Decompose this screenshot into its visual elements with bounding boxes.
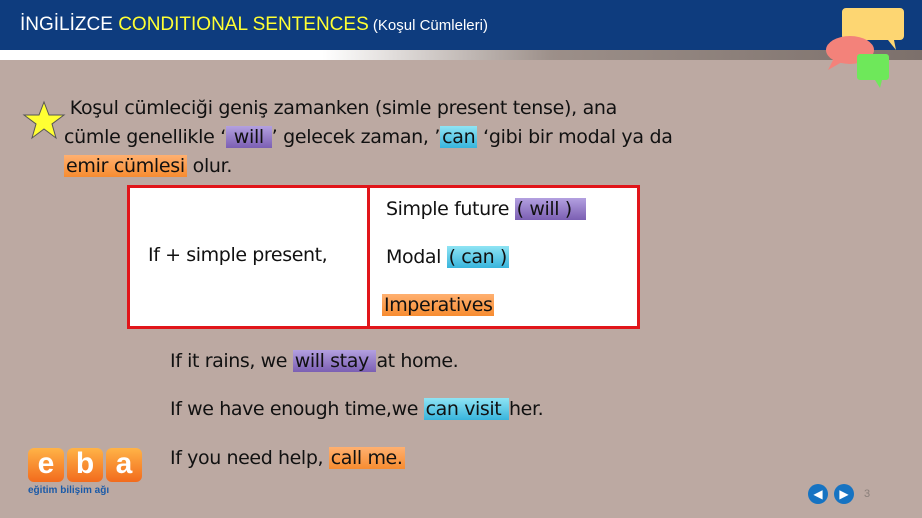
example-text: If it rains, we	[170, 350, 293, 372]
example-sentence: If you need help, call me.	[170, 447, 405, 469]
table-left-cell: If + simple present,	[148, 244, 328, 266]
highlight-emir: emir cümlesi	[64, 155, 187, 177]
intro-line-1: Koşul cümleciği geniş zamanken (simle pr…	[64, 94, 724, 123]
arrow-left-icon[interactable]: ◀	[808, 484, 828, 504]
highlight-call-me: call me.	[328, 447, 405, 469]
row-text: Modal	[386, 246, 447, 268]
highlight-can: ( can )	[446, 246, 509, 268]
example-sentence: If it rains, we will stay at home.	[170, 350, 459, 372]
row-text: Simple future	[386, 198, 515, 220]
title-part1: İNGİLİZCE	[20, 14, 119, 35]
intro-text: olur.	[186, 155, 233, 177]
title-highlight: CONDITIONAL SENTENCES	[118, 14, 369, 35]
table-row-imperatives: Imperatives	[382, 294, 495, 316]
highlight-will: will	[225, 126, 272, 148]
intro-text: ‘gibi bir modal ya da	[477, 126, 673, 148]
page-title: İNGİLİZCE CONDITIONAL SENTENCES (Koşul C…	[20, 14, 488, 36]
highlight-imperatives: Imperatives	[382, 294, 495, 316]
table-row-modal: Modal ( can )	[386, 246, 509, 268]
highlight-will-stay: will stay	[292, 350, 377, 372]
logo-letter-a: a	[106, 448, 142, 482]
highlight-can-visit: can visit	[423, 398, 510, 420]
logo-subtitle: eğitim bilişim ağı	[28, 485, 110, 496]
example-text: at home.	[376, 350, 459, 372]
speech-bubbles-icon	[826, 8, 904, 88]
intro-paragraph: Koşul cümleciği geniş zamanken (simle pr…	[64, 94, 724, 181]
example-sentence: If we have enough time,we can visit her.	[170, 398, 544, 420]
slide-navigation: ◀ ▶ 3	[808, 484, 870, 504]
intro-line-3: emir cümlesi olur.	[64, 152, 724, 181]
example-text: If you need help,	[170, 447, 329, 469]
logo-letter-e: e	[28, 448, 64, 482]
star-icon	[22, 100, 66, 140]
intro-line-2: cümle genellikle ‘ will ’ gelecek zaman,…	[64, 123, 724, 152]
table-divider	[367, 188, 370, 326]
intro-line1-text: Koşul cümleciği geniş zamanken (simle pr…	[69, 97, 618, 119]
highlight-will: ( will )	[514, 198, 586, 220]
eba-logo-letters: e b a	[28, 448, 146, 482]
highlight-can: can	[440, 126, 478, 148]
example-text: her.	[509, 398, 544, 420]
structure-table: If + simple present, Simple future ( wil…	[127, 185, 640, 329]
page-number: 3	[864, 488, 871, 500]
header-shadow	[0, 50, 922, 60]
arrow-right-icon[interactable]: ▶	[834, 484, 854, 504]
logo-letter-b: b	[67, 448, 103, 482]
table-row-simple-future: Simple future ( will )	[386, 198, 586, 220]
intro-text: ’ gelecek zaman, ’	[271, 126, 441, 148]
title-part2: (Koşul Cümleleri)	[368, 17, 488, 34]
eba-logo: e b a eğitim bilişim ağı	[28, 448, 146, 500]
intro-text: cümle genellikle ‘	[64, 126, 226, 148]
example-text: If we have enough time,we	[170, 398, 424, 420]
